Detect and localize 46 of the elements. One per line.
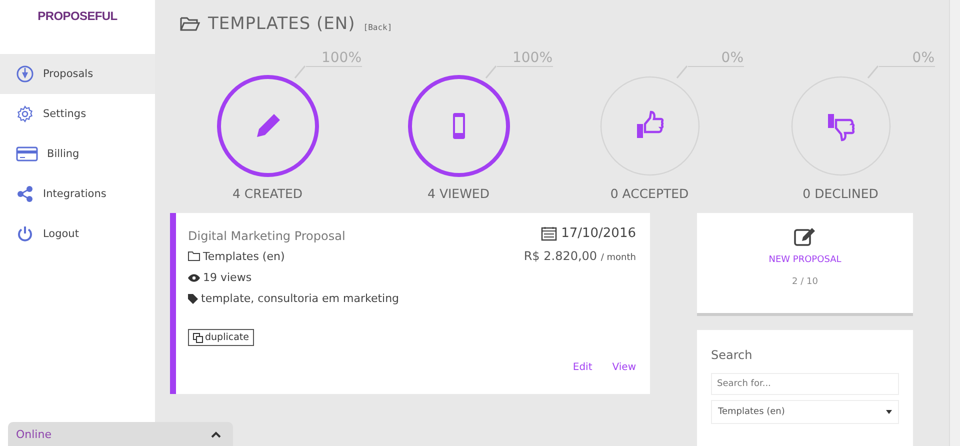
back-link[interactable]: [Back] xyxy=(363,22,392,32)
folder-icon xyxy=(188,251,200,261)
tag-icon xyxy=(188,294,198,304)
chat-bar[interactable]: Online xyxy=(8,422,233,446)
stat-label: 0 ACCEPTED xyxy=(610,186,689,201)
action-link[interactable]: Edit xyxy=(572,362,592,373)
power-icon xyxy=(16,225,34,243)
folder-icon xyxy=(180,16,200,32)
stat-label: 0 DECLINED xyxy=(802,186,878,201)
stat-label: 4 CREATED xyxy=(232,186,302,201)
calendar-icon xyxy=(541,226,558,241)
copy-icon xyxy=(193,332,203,342)
settings-icon xyxy=(16,105,34,123)
search-title: Search xyxy=(711,348,754,362)
credit-card-icon xyxy=(16,145,38,163)
eye-icon xyxy=(188,274,200,282)
edit-icon xyxy=(794,227,816,247)
percent-value: 0% xyxy=(688,50,744,67)
leader-line xyxy=(866,65,878,79)
proposal-count: 2 / 10 xyxy=(792,277,818,287)
sidebar-item[interactable]: Proposals xyxy=(0,54,155,94)
percent-value: 100% xyxy=(306,50,362,67)
percent-value: 0% xyxy=(878,50,934,67)
search-field[interactable]: Search for... xyxy=(711,373,899,395)
proposal-date: 17/10/2016 xyxy=(561,226,636,241)
leader-line xyxy=(294,65,306,79)
leader-line xyxy=(484,65,496,79)
brand-logo: PROPOSEFUL xyxy=(38,9,118,23)
view-count: 19 views xyxy=(203,271,252,284)
folder-select[interactable]: Templates (en) xyxy=(711,400,899,424)
proposal-title[interactable]: Digital Marketing Proposal xyxy=(188,229,346,243)
duplicate-button[interactable]: duplicate xyxy=(188,329,254,346)
proposal-tags: template, consultoria em marketing xyxy=(201,292,400,305)
chat-status: Online xyxy=(16,428,52,440)
action-link[interactable]: View xyxy=(612,362,636,373)
percent-value: 100% xyxy=(496,50,552,67)
pen-icon xyxy=(16,65,34,83)
new-proposal-link[interactable]: NEW PROPOSAL xyxy=(768,255,842,265)
leader-line xyxy=(676,65,688,79)
caret-icon xyxy=(886,410,892,414)
share-icon xyxy=(16,185,34,203)
stat-label: 4 VIEWED xyxy=(428,186,490,201)
proposal-price: R$ 2.820,00 / month xyxy=(524,249,636,263)
folder-name: Templates (en) xyxy=(203,250,285,262)
page-title: TEMPLATES (EN) xyxy=(208,14,356,34)
chevron-up-icon xyxy=(211,430,221,438)
